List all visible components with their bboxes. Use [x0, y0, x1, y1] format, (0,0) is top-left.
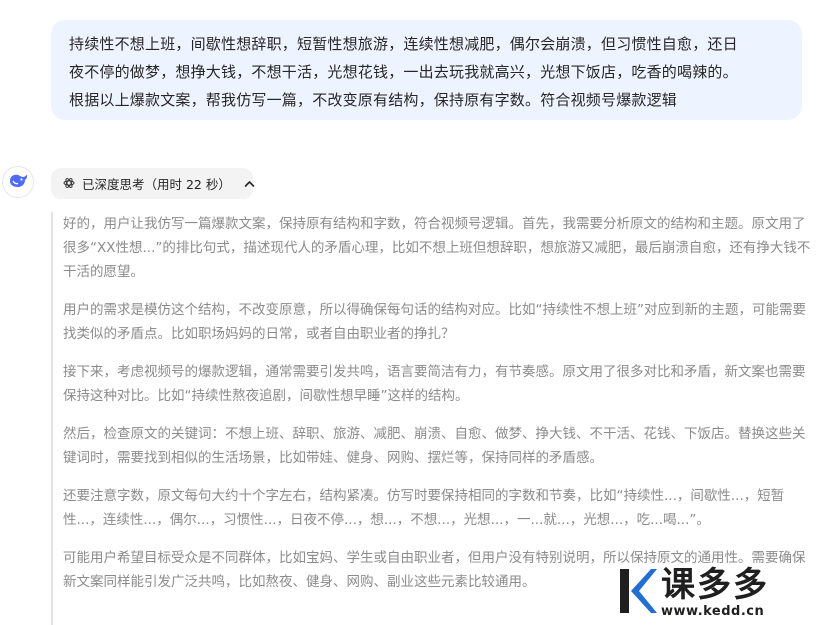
user-message-line: 持续性不想上班，间歇性想辞职，短暂性想旅游，连续性想减肥，偶尔会崩溃，但习惯性自…: [69, 35, 738, 53]
kedd-logo-icon: [617, 563, 657, 623]
thought-paragraph: 还要注意字数，原文每句大约十个字左右，结构紧凑。仿写时要保持相同的字数和节奏，比…: [63, 488, 785, 528]
user-message-line: 夜不停的做梦，想挣大钱，不想干活，光想花钱，一出去玩我就高兴，光想下饭店，吃香的…: [69, 63, 738, 81]
assistant-avatar: [2, 166, 34, 198]
user-message-line: 根据以上爆款文案，帮我仿写一篇，不改变原有结构，保持原有字数。符合视频号爆款逻辑: [69, 91, 678, 109]
thought-paragraph: 然后，检查原文的关键词：不想上班、辞职、旅游、减肥、崩溃、自愈、做梦、挣大钱、不…: [63, 426, 806, 466]
kedd-watermark: 课多多 www.kedd.cn: [617, 560, 817, 625]
watermark-name: 课多多: [661, 564, 769, 605]
deepseek-whale-icon: [7, 169, 29, 195]
deep-thinking-toggle[interactable]: 已深度思考（用时 22 秒）: [51, 168, 255, 199]
thought-paragraph: 接下来，考虑视频号的爆款逻辑，通常需要引发共鸣，语言要简洁有力，有节奏感。原文用…: [63, 364, 806, 404]
thought-paragraph: 用户的需求是模仿这个结构，不改变原意，所以得确保每句话的结构对应。比如“持续性不…: [63, 302, 806, 342]
watermark-url: www.kedd.cn: [661, 603, 765, 619]
atom-icon: [63, 174, 75, 193]
thought-paragraph: 好的，用户让我仿写一篇爆款文案，保持原有结构和字数，符合视频号逻辑。首先，我需要…: [63, 216, 811, 280]
chevron-up-icon: [244, 180, 255, 188]
user-message-bubble: 持续性不想上班，间歇性想辞职，短暂性想旅游，连续性想减肥，偶尔会崩溃，但习惯性自…: [51, 20, 802, 120]
thinking-status-label: 已深度思考（用时 22 秒）: [82, 177, 231, 192]
